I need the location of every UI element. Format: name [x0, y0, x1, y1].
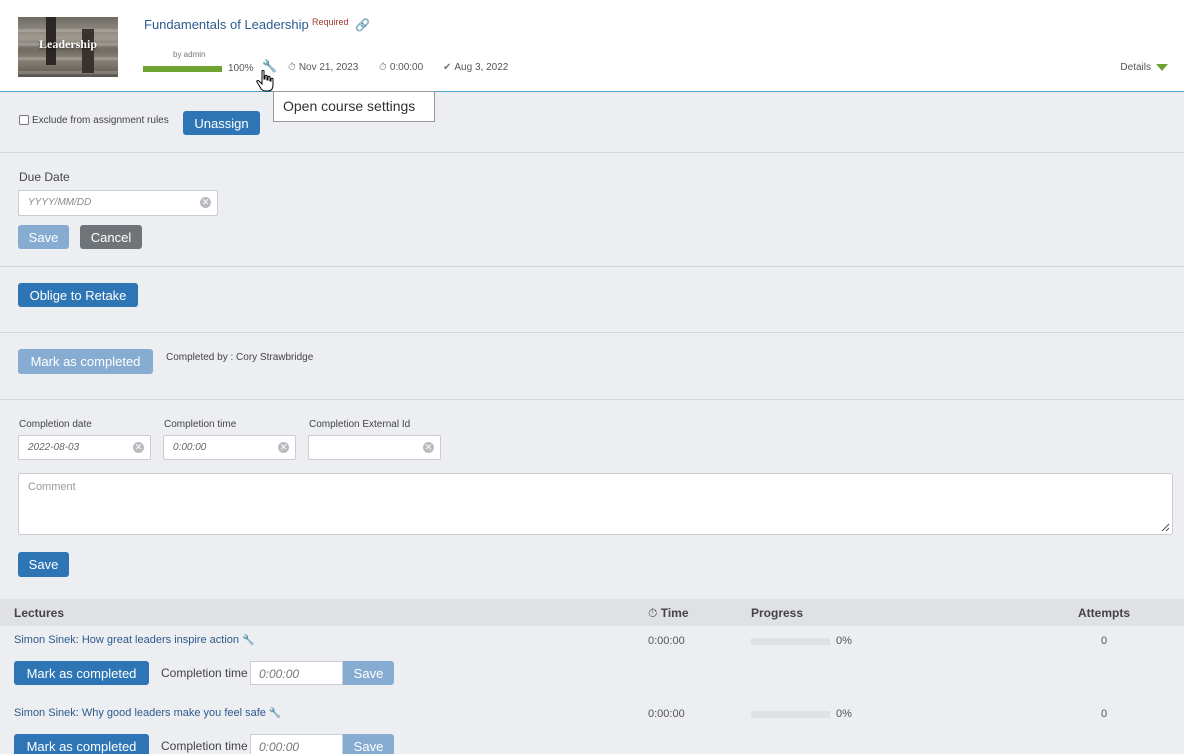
details-toggle[interactable]: Details [1120, 62, 1168, 73]
oblige-retake-button[interactable]: Oblige to Retake [18, 283, 138, 307]
clear-icon[interactable]: ✕ [133, 442, 144, 453]
settings-tooltip: Open course settings [273, 91, 435, 122]
completion-date-value: 2022-08-03 [28, 442, 80, 453]
lectures-table-header: Lectures ⏱ Time Progress Attempts [0, 599, 1184, 626]
completion-save-button[interactable]: Save [18, 552, 69, 577]
completion-date-label: Completion date [19, 419, 92, 430]
completed-by: Completed by : Cory Strawbridge [166, 352, 314, 363]
lecture-mark-completed-button[interactable]: Mark as completed [14, 734, 149, 754]
comment-textarea[interactable]: Comment [18, 473, 1173, 535]
mark-completed-button[interactable]: Mark as completed [18, 349, 153, 374]
lecture-progress-bar [751, 638, 830, 645]
lecture-progress-percent: 0% [836, 635, 852, 647]
lecture-save-button[interactable]: Save [343, 661, 394, 685]
due-date-input[interactable]: YYYY/MM/DD ✕ [18, 190, 218, 216]
completion-time-input[interactable]: 0:00:00 ✕ [163, 435, 296, 460]
lecture-progress-bar [751, 711, 830, 718]
wrench-icon[interactable]: 🔧 [242, 635, 254, 646]
start-date-text: Nov 21, 2023 [298, 62, 359, 73]
lecture-completion-time-value: 0:00:00 [259, 667, 300, 681]
course-progress-bar [143, 66, 222, 72]
assignment-section [0, 93, 1184, 153]
triangle-down-icon [1156, 63, 1168, 71]
lecture-mark-completed-button[interactable]: Mark as completed [14, 661, 149, 685]
external-id-label: Completion External Id [309, 419, 411, 430]
lecture-attempts: 0 [1101, 708, 1108, 720]
comment-placeholder: Comment [28, 481, 76, 493]
course-progress-fill [143, 66, 222, 72]
lecture-completion-time-value: 0:00:00 [259, 740, 300, 754]
due-date-label: Due Date [19, 170, 70, 184]
course-progress-percent: 100% [228, 63, 254, 74]
lecture-completion-time-label: Completion time [161, 739, 248, 753]
course-thumbnail[interactable]: Leadership [18, 17, 118, 77]
resize-handle-icon[interactable] [1161, 523, 1170, 532]
attempts-header: Attempts [1078, 606, 1131, 620]
hand-cursor-icon [256, 70, 274, 92]
unassign-button[interactable]: Unassign [183, 111, 260, 135]
clear-icon[interactable]: ✕ [200, 197, 211, 208]
checkmark-icon: ✔ [443, 62, 452, 73]
details-label: Details [1120, 62, 1151, 73]
clear-icon[interactable]: ✕ [278, 442, 289, 453]
lecture-completion-time-label: Completion time [161, 666, 248, 680]
exclude-label: Exclude from assignment rules [32, 115, 169, 126]
duration-text: 0:00:00 [389, 62, 424, 73]
completion-date-input[interactable]: 2022-08-03 ✕ [18, 435, 151, 460]
course-author: by admin [173, 50, 206, 59]
due-date-cancel-button[interactable]: Cancel [80, 225, 142, 249]
lecture-title[interactable]: Simon Sinek: How great leaders inspire a… [14, 634, 254, 646]
stopwatch-icon: ⏱ [288, 62, 296, 73]
lectures-header: Lectures [14, 606, 65, 620]
retake-section [0, 267, 1184, 333]
course-header: Leadership Fundamentals of Leadership Re… [0, 0, 1184, 92]
lecture-title-text[interactable]: Simon Sinek: How great leaders inspire a… [14, 634, 239, 646]
completed-date-text: Aug 3, 2022 [454, 62, 509, 73]
duration: ⏱ 0:00:00 [379, 62, 423, 73]
completed-date: ✔ Aug 3, 2022 [443, 62, 508, 73]
completion-time-value: 0:00:00 [173, 442, 207, 453]
mark-completed-section [0, 333, 1184, 400]
exclude-checkbox[interactable] [19, 115, 29, 125]
due-date-save-button[interactable]: Save [18, 225, 69, 249]
start-date: ⏱ Nov 21, 2023 [288, 62, 358, 73]
lecture-time: 0:00:00 [648, 635, 685, 647]
completion-time-label: Completion time [164, 419, 237, 430]
time-header: ⏱ Time [648, 606, 689, 621]
lecture-title-text[interactable]: Simon Sinek: Why good leaders make you f… [14, 707, 266, 719]
lecture-completion-time-input[interactable]: 0:00:00 [250, 661, 343, 685]
external-id-input[interactable]: ✕ [308, 435, 441, 460]
lecture-save-button[interactable]: Save [343, 734, 394, 754]
timer-icon: ⏱ [379, 62, 387, 73]
progress-header: Progress [751, 606, 804, 620]
lecture-title[interactable]: Simon Sinek: Why good leaders make you f… [14, 707, 281, 719]
link-icon[interactable]: 🔗 [355, 18, 370, 32]
wrench-icon[interactable]: 🔧 [269, 708, 281, 719]
lecture-completion-time-input[interactable]: 0:00:00 [250, 734, 343, 754]
time-header-text: Time [660, 606, 689, 620]
clear-icon[interactable]: ✕ [423, 442, 434, 453]
course-title[interactable]: Fundamentals of Leadership [144, 17, 309, 32]
required-badge: Required [312, 17, 349, 27]
lecture-attempts: 0 [1101, 635, 1108, 647]
lecture-progress-percent: 0% [836, 708, 852, 720]
thumbnail-text: Leadership [38, 37, 97, 51]
lecture-time: 0:00:00 [648, 708, 685, 720]
due-date-placeholder: YYYY/MM/DD [28, 197, 92, 208]
stopwatch-icon: ⏱ [648, 606, 658, 620]
